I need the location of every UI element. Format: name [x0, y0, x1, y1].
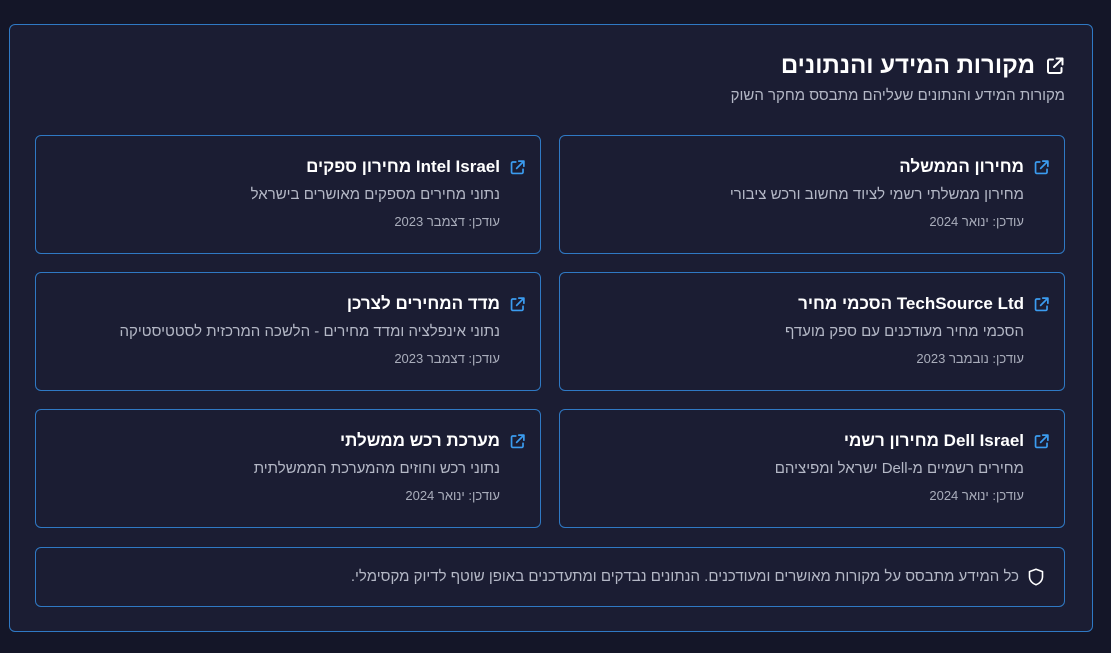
source-title: מדד המחירים לצרכן: [346, 294, 500, 313]
source-updated: עודכן: ינואר 2024: [929, 214, 1024, 229]
source-card-dell-israel[interactable]: Dell Israel מחירון רשמי מחירים רשמיים מ-…: [559, 409, 1065, 528]
source-title: מחירון הממשלה: [899, 157, 1024, 176]
source-description: נתוני אינפלציה ומדד מחירים - הלשכה המרכז…: [119, 323, 500, 340]
source-updated: עודכן: דצמבר 2023: [394, 214, 500, 229]
source-title: TechSource Ltd הסכמי מחיר: [798, 294, 1024, 313]
shield-icon: [1028, 568, 1044, 586]
source-description: נתוני מחירים מספקים מאושרים בישראל: [250, 186, 500, 203]
source-title: Dell Israel מחירון רשמי: [843, 431, 1024, 450]
panel-header: מקורות המידע והנתונים מקורות המידע והנתו…: [731, 52, 1065, 105]
source-updated: עודכן: ינואר 2024: [929, 488, 1024, 503]
source-updated: עודכן: נובמבר 2023: [916, 351, 1024, 366]
title-row: מקורות המידע והנתונים: [731, 52, 1065, 80]
source-card-consumer-price-index[interactable]: מדד המחירים לצרכן נתוני אינפלציה ומדד מח…: [35, 272, 541, 391]
page-subtitle: מקורות המידע והנתונים שעליהם מתבסס מחקר …: [730, 87, 1065, 104]
external-link-icon[interactable]: [1033, 159, 1050, 176]
source-card-government-procurement[interactable]: מערכת רכש ממשלתי נתוני רכש וחוזים מהמערכ…: [35, 409, 541, 528]
external-link-icon[interactable]: [509, 433, 526, 450]
source-title: Intel Israel מחירון ספקים: [306, 157, 500, 176]
source-description: הסכמי מחיר מעודכנים עם ספק מועדף: [784, 323, 1024, 340]
external-link-icon[interactable]: [509, 296, 526, 313]
page-title: מקורות המידע והנתונים: [780, 52, 1035, 79]
source-title: מערכת רכש ממשלתי: [340, 431, 500, 450]
external-link-icon[interactable]: [1033, 433, 1050, 450]
data-sources-panel: מקורות המידע והנתונים מקורות המידע והנתו…: [9, 24, 1093, 632]
external-link-icon: [1045, 56, 1065, 76]
source-card-intel-israel[interactable]: Intel Israel מחירון ספקים נתוני מחירים מ…: [35, 135, 541, 254]
external-link-icon[interactable]: [1033, 296, 1050, 313]
sources-grid: מחירון הממשלה מחירון ממשלתי רשמי לציוד מ…: [35, 135, 1065, 528]
source-card-government-pricelist[interactable]: מחירון הממשלה מחירון ממשלתי רשמי לציוד מ…: [559, 135, 1065, 254]
source-updated: עודכן: ינואר 2024: [405, 488, 500, 503]
source-card-techsource[interactable]: TechSource Ltd הסכמי מחיר הסכמי מחיר מעו…: [559, 272, 1065, 391]
source-updated: עודכן: דצמבר 2023: [394, 351, 500, 366]
source-description: נתוני רכש וחוזים מהמערכת הממשלתית: [253, 460, 500, 477]
source-description: מחירון ממשלתי רשמי לציוד מחשוב ורכש ציבו…: [729, 186, 1024, 203]
source-description: מחירים רשמיים מ-Dell ישראל ומפיציהם: [774, 460, 1024, 477]
verification-note: כל המידע מתבסס על מקורות מאושרים ומעודכנ…: [35, 547, 1065, 607]
external-link-icon[interactable]: [509, 159, 526, 176]
verification-text: כל המידע מתבסס על מקורות מאושרים ומעודכנ…: [350, 568, 1019, 585]
